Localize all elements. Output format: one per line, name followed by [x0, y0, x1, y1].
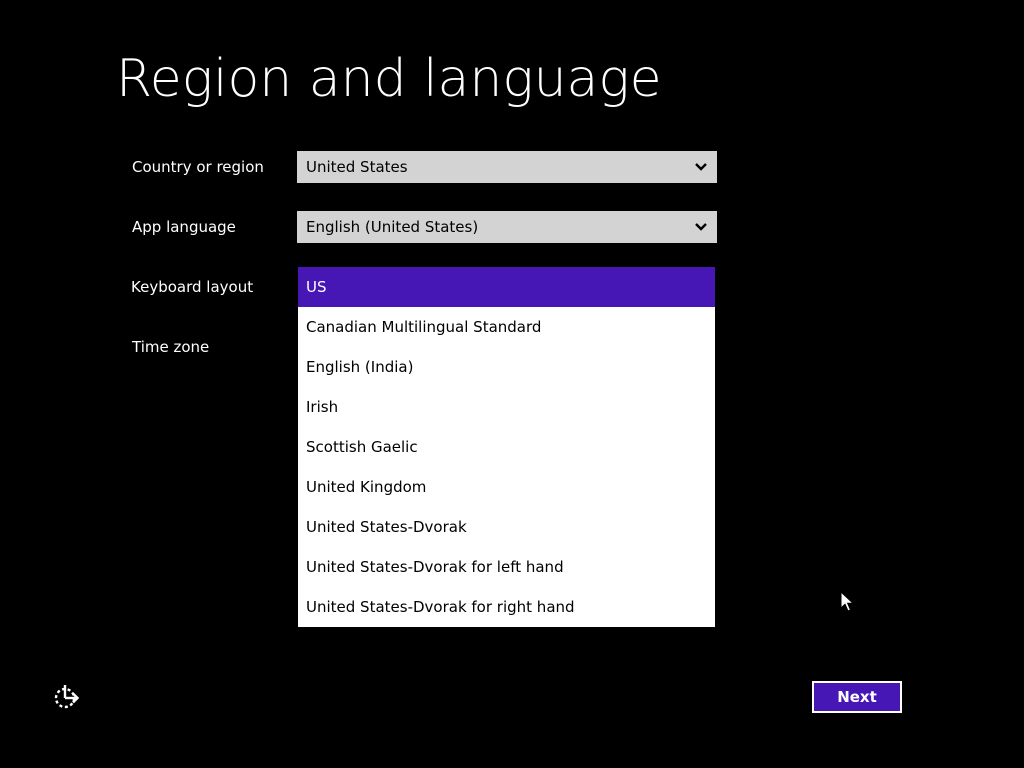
keyboard-option-united-kingdom[interactable]: United Kingdom	[298, 467, 715, 507]
country-label: Country or region	[132, 158, 264, 176]
time-zone-label: Time zone	[132, 338, 210, 356]
app-language-select[interactable]: English (United States)	[297, 211, 717, 243]
setup-screen: Region and language Country or region Un…	[0, 0, 1024, 768]
keyboard-option-us-dvorak[interactable]: United States-Dvorak	[298, 507, 715, 547]
app-language-value: English (United States)	[306, 218, 479, 236]
keyboard-layout-label: Keyboard layout	[131, 278, 254, 296]
keyboard-option-english-india[interactable]: English (India)	[298, 347, 715, 387]
keyboard-layout-dropdown-list[interactable]: US Canadian Multilingual Standard Englis…	[298, 267, 715, 627]
keyboard-option-irish[interactable]: Irish	[298, 387, 715, 427]
country-value: United States	[306, 158, 408, 176]
keyboard-option-canadian-multilingual[interactable]: Canadian Multilingual Standard	[298, 307, 715, 347]
keyboard-option-us-dvorak-right[interactable]: United States-Dvorak for right hand	[298, 587, 715, 627]
chevron-down-icon	[695, 223, 707, 231]
next-button[interactable]: Next	[812, 681, 902, 713]
country-select[interactable]: United States	[297, 151, 717, 183]
mouse-cursor-icon	[840, 591, 854, 612]
ease-of-access-icon[interactable]	[52, 683, 80, 711]
keyboard-option-scottish-gaelic[interactable]: Scottish Gaelic	[298, 427, 715, 467]
app-language-label: App language	[132, 218, 236, 236]
page-title: Region and language	[116, 49, 662, 109]
keyboard-option-us[interactable]: US	[298, 267, 715, 307]
chevron-down-icon	[695, 163, 707, 171]
keyboard-option-us-dvorak-left[interactable]: United States-Dvorak for left hand	[298, 547, 715, 587]
